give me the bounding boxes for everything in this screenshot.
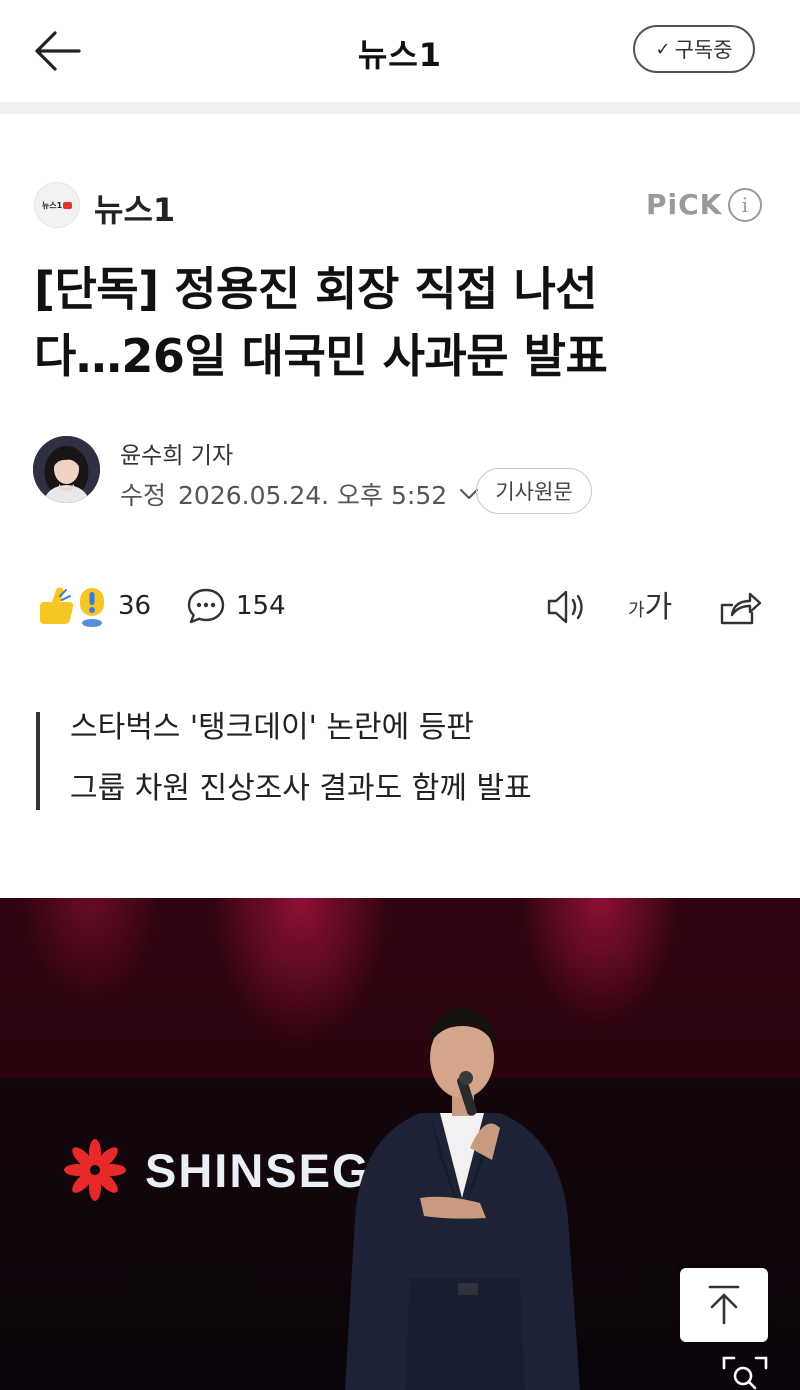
thumbs-up-surprise-icon [40,587,104,627]
press-logo-text: 뉴스1 [41,200,63,210]
summary-line: 스타벅스 '탱크데이' 논란에 등판 [70,710,474,745]
subscribe-label: 구독중 [674,38,733,62]
scroll-top-button[interactable] [680,1268,768,1342]
press-row: 뉴스1 뉴스1 PiCK i [34,182,766,231]
font-large-glyph: 가 [644,590,673,625]
headline-line: [단독] 정용진 회장 직접 나선 [34,262,598,316]
info-icon: i [741,193,749,217]
pick-badge: PiCK [646,188,723,221]
comment-count: 154 [236,591,286,621]
date-line: 수정 2026.05.24. 오후 5:52 [120,476,481,512]
listen-button[interactable] [542,584,590,630]
header-divider [0,102,800,114]
press-logo-mark [63,201,73,209]
comment-button[interactable]: 154 [186,584,286,628]
top-bar: 뉴스1 ✓ 구독중 [0,0,800,102]
zoom-icon [722,1356,768,1390]
info-button[interactable]: i [728,188,762,222]
headline-line: 다…26일 대국민 사과문 발표 [34,329,608,383]
font-size-button[interactable]: 가 가 [628,584,672,630]
press-name[interactable]: 뉴스1 [94,185,175,231]
author-name[interactable]: 윤수희 기자 [120,436,233,470]
stage-sign-text: SHINSEG [145,1144,371,1197]
zoom-button[interactable] [722,1356,768,1390]
article-summary: 스타벅스 '탱크데이' 논란에 등판 그룹 차원 진상조사 결과도 함께 발표 [36,712,756,810]
subscribe-button[interactable]: ✓ 구독중 [633,25,755,73]
scroll-top-icon [708,1285,740,1325]
press-logo[interactable]: 뉴스1 [34,182,80,228]
article-headline: [단독] 정용진 회장 직접 나선 다…26일 대국민 사과문 발표 [34,256,766,390]
summary-line: 그룹 차원 진상조사 결과도 함께 발표 [70,771,532,806]
share-button[interactable] [716,584,764,630]
reaction-count: 36 [118,591,152,621]
comment-bubble-icon [187,588,225,624]
font-small-glyph: 가 [628,600,645,621]
original-article-button[interactable]: 기사원문 [476,468,592,514]
check-icon: ✓ [655,38,671,60]
author-photo [33,436,100,503]
speaker-icon [547,590,583,624]
date-value: 2026.05.24. 오후 5:52 [178,481,448,510]
share-icon [720,592,762,625]
avatar[interactable] [33,436,100,503]
reaction-button[interactable]: 36 [36,582,151,630]
date-label: 수정 [120,481,167,510]
